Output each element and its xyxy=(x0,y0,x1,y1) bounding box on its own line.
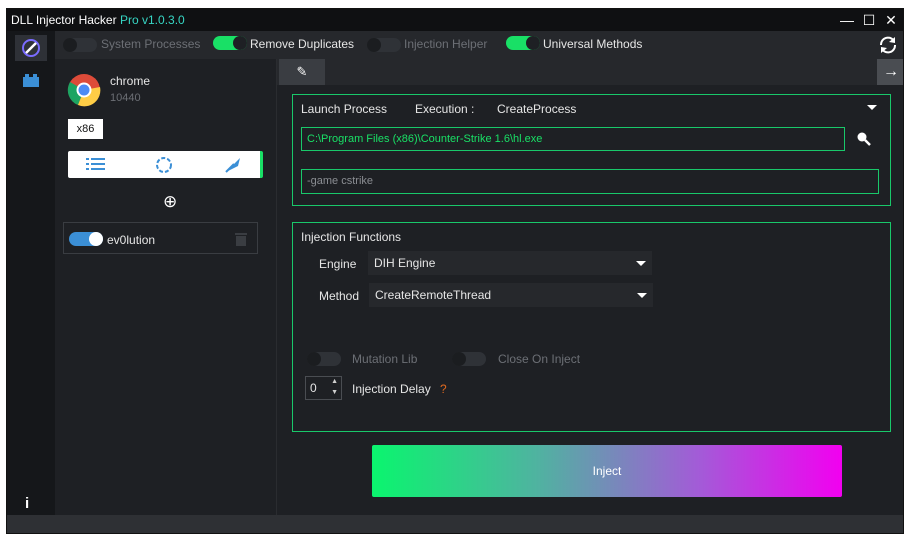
close-icon: ✕ xyxy=(885,12,897,28)
arrow-right-icon: → xyxy=(883,63,899,80)
injection-helper-toggle[interactable] xyxy=(367,38,401,52)
engine-dropdown[interactable]: DIH Engine xyxy=(368,251,652,275)
dll-list-item[interactable]: ev0lution xyxy=(63,222,258,254)
delete-dll-button[interactable] xyxy=(234,231,248,250)
inject-button[interactable]: Inject xyxy=(372,445,842,497)
maximize-icon: ☐ xyxy=(862,12,876,28)
launch-process-label: Launch Process xyxy=(301,102,388,116)
remove-duplicates-label: Remove Duplicates xyxy=(250,37,355,51)
mutation-lib-label: Mutation Lib xyxy=(352,352,418,366)
process-pid: 10440 xyxy=(110,92,141,104)
engine-label: Engine xyxy=(319,257,357,271)
injector-nav-button[interactable] xyxy=(15,35,47,61)
stepper-up-icon[interactable]: ▲ xyxy=(331,378,338,385)
injection-delay-value: 0 xyxy=(310,381,317,395)
add-dll-button[interactable]: ⊕ xyxy=(163,192,177,212)
method-label: Method xyxy=(319,289,360,303)
stepper-down-icon[interactable]: ▼ xyxy=(331,389,338,396)
process-sidebar: chrome 10440 x86 ⊕ ev0lution xyxy=(55,59,277,515)
system-processes-toggle[interactable] xyxy=(63,38,97,52)
loading-view-button[interactable] xyxy=(155,156,173,177)
dll-enabled-toggle[interactable] xyxy=(69,232,103,246)
injection-delay-stepper[interactable]: 0 ▲ ▼ xyxy=(305,376,342,400)
add-icon: ⊕ xyxy=(163,192,178,211)
title-bar: DLL Injector Hacker Pro v1.0.3.0 — ☐ ✕ xyxy=(7,9,903,31)
method-dropdown[interactable]: CreateRemoteThread xyxy=(369,283,653,307)
refresh-button[interactable] xyxy=(877,34,899,59)
close-on-inject-toggle[interactable] xyxy=(452,352,486,366)
launch-args-input[interactable]: -game cstrike xyxy=(301,169,879,194)
mutation-lib-toggle[interactable] xyxy=(307,352,341,366)
method-value: CreateRemoteThread xyxy=(375,288,492,302)
execution-value: CreateProcess xyxy=(497,102,577,116)
execution-caret-icon xyxy=(867,105,877,110)
next-tab-button[interactable]: → xyxy=(877,59,903,85)
engine-caret-icon xyxy=(636,261,646,266)
injection-delay-label: Injection Delay xyxy=(352,382,431,396)
syringe-icon xyxy=(22,39,40,57)
execution-dropdown[interactable]: CreateProcess xyxy=(491,98,883,118)
close-button[interactable]: ✕ xyxy=(877,9,903,31)
plugins-nav-button[interactable] xyxy=(21,73,41,92)
process-view-tabs xyxy=(68,151,263,178)
process-icon xyxy=(67,73,101,110)
universal-methods-label: Universal Methods xyxy=(543,37,643,51)
list-icon xyxy=(86,158,105,170)
remove-duplicates-toggle[interactable] xyxy=(213,36,247,50)
arch-badge: x86 xyxy=(68,119,103,139)
system-processes-label: System Processes xyxy=(101,37,201,51)
search-icon xyxy=(857,132,871,146)
universal-methods-toggle[interactable] xyxy=(506,36,540,50)
close-on-inject-label: Close On Inject xyxy=(498,352,581,366)
engine-value: DIH Engine xyxy=(374,256,436,270)
injection-helper-label: Injection Helper xyxy=(404,37,488,51)
process-name: chrome xyxy=(110,74,151,88)
main-panel: ✎ → Launch Process Execution : CreatePro… xyxy=(277,59,903,515)
launch-process-group: Launch Process Execution : CreateProcess… xyxy=(292,94,891,206)
left-nav-bar: i xyxy=(7,31,55,515)
pencil-icon: ✎ xyxy=(296,64,308,79)
injection-delay-help-icon[interactable]: ? xyxy=(440,382,447,396)
tab-strip: ✎ → xyxy=(277,59,903,85)
tab-injector[interactable]: ✎ xyxy=(279,59,325,85)
browse-button[interactable] xyxy=(856,131,872,150)
list-view-button[interactable] xyxy=(86,157,106,174)
info-button[interactable]: i xyxy=(25,495,29,512)
options-toolbar: System Processes Remove Duplicates Injec… xyxy=(55,31,903,59)
process-path-input[interactable]: C:\Program Files (x86)\Counter-Strike 1.… xyxy=(301,127,845,151)
chrome-icon xyxy=(67,74,101,107)
method-caret-icon xyxy=(637,293,647,298)
rocket-icon xyxy=(225,158,240,173)
app-window: DLL Injector Hacker Pro v1.0.3.0 — ☐ ✕ i… xyxy=(6,8,904,534)
spinner-icon xyxy=(156,157,172,173)
status-bar xyxy=(7,515,903,533)
launch-view-button[interactable] xyxy=(224,156,242,177)
trash-icon xyxy=(235,233,247,246)
injection-functions-label: Injection Functions xyxy=(301,230,402,244)
injection-functions-group: Injection Functions Engine DIH Engine Me… xyxy=(292,222,891,432)
info-icon: i xyxy=(25,495,30,512)
execution-label: Execution : xyxy=(415,102,475,116)
app-title: DLL Injector Hacker xyxy=(11,13,117,27)
app-version: Pro v1.0.3.0 xyxy=(120,13,185,27)
dll-name: ev0lution xyxy=(107,233,156,247)
minimize-icon: — xyxy=(840,12,854,28)
blocks-icon xyxy=(23,74,39,87)
refresh-icon xyxy=(880,36,896,54)
